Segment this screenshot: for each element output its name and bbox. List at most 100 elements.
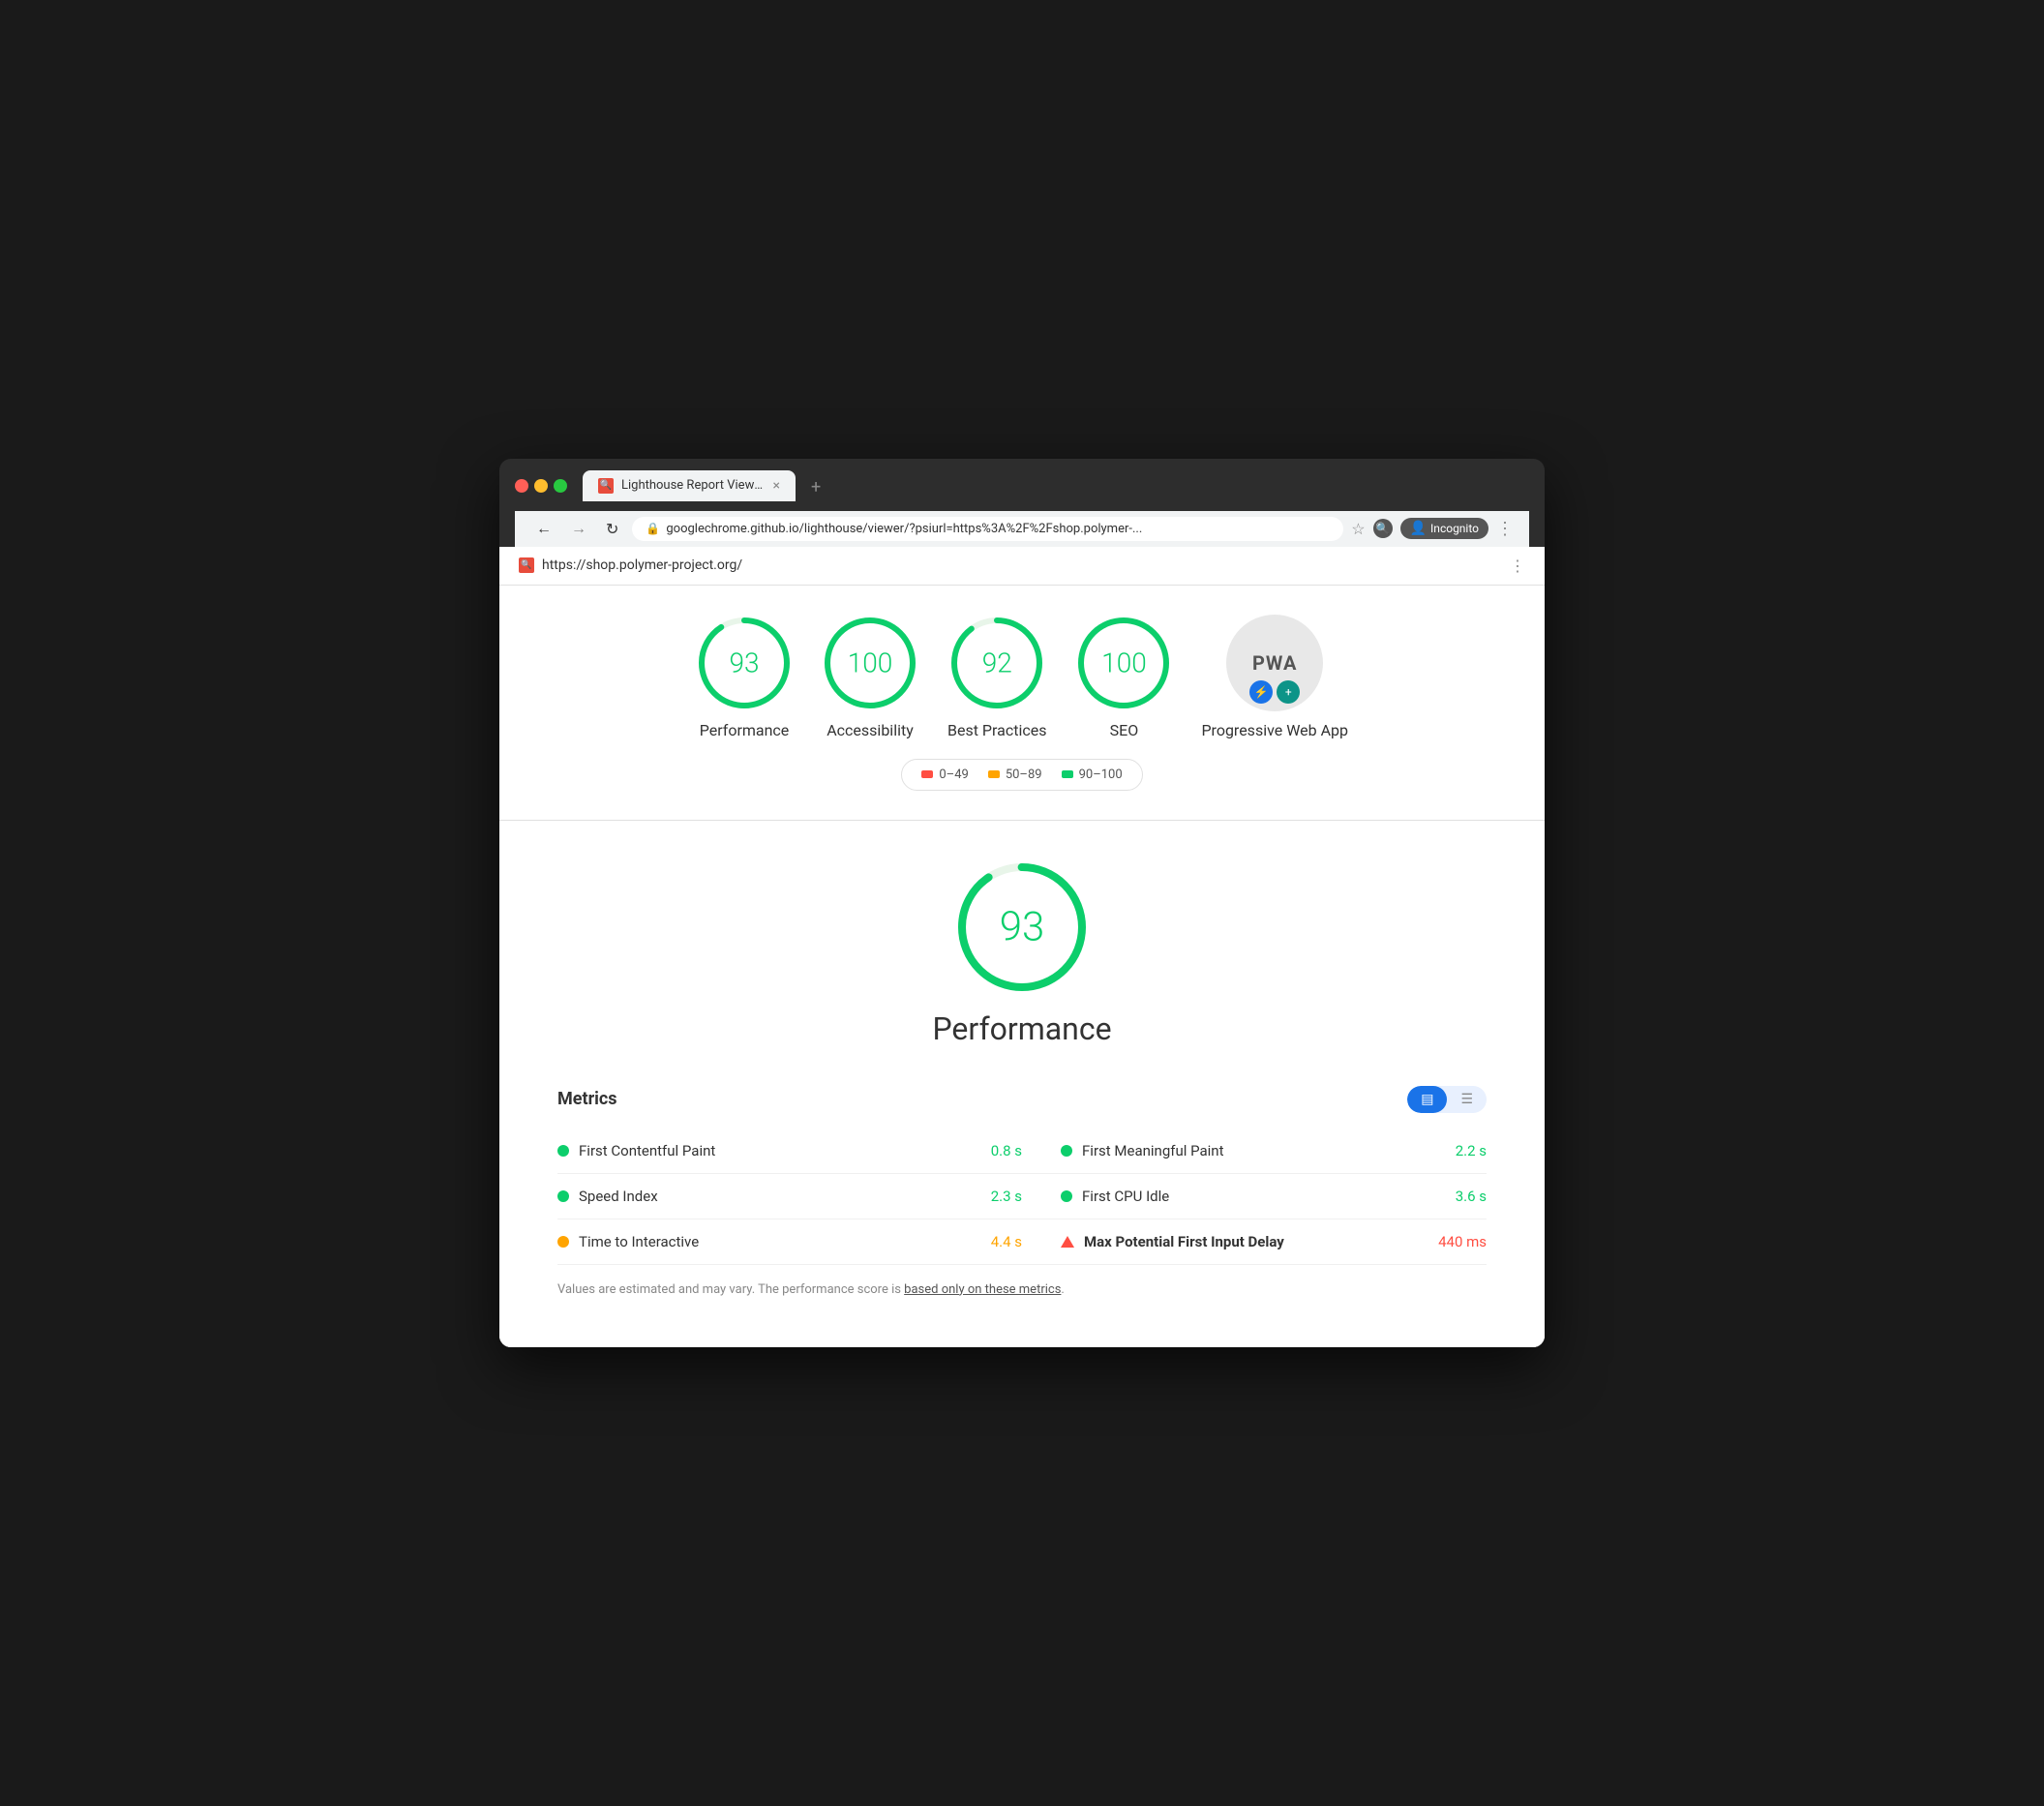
best-practices-label: Best Practices: [947, 721, 1046, 739]
tti-value: 4.4 s: [991, 1233, 1022, 1250]
fci-indicator: [1061, 1190, 1072, 1202]
toggle-list-button[interactable]: ☰: [1447, 1086, 1487, 1113]
score-item-performance: 93 Performance: [696, 615, 793, 739]
fmp-value: 2.2 s: [1456, 1142, 1487, 1159]
forward-button[interactable]: →: [565, 517, 592, 540]
minimize-button[interactable]: [534, 479, 548, 493]
address-text: googlechrome.github.io/lighthouse/viewer…: [666, 522, 1142, 536]
fid-value: 440 ms: [1438, 1233, 1487, 1250]
fcp-name: First Contentful Paint: [579, 1142, 981, 1159]
tab-favicon: 🔍: [598, 478, 614, 494]
main-content: 93 Performance 100 Access: [499, 586, 1545, 1348]
legend-label-average: 50–89: [1006, 768, 1042, 782]
extension-icon: 🔍: [1373, 519, 1393, 538]
incognito-badge: 👤 Incognito: [1400, 518, 1488, 539]
performance-label: Performance: [700, 721, 790, 739]
performance-section: 93 Performance Metrics ▤ ☰: [499, 821, 1545, 1348]
legend-item-pass: 90–100: [1062, 768, 1123, 782]
seo-label: SEO: [1110, 721, 1139, 739]
incognito-label: Incognito: [1430, 522, 1479, 535]
footer-link[interactable]: based only on these metrics: [904, 1282, 1061, 1297]
metric-fmp: First Meaningful Paint 2.2 s: [1022, 1129, 1487, 1174]
fcp-value: 0.8 s: [991, 1142, 1022, 1159]
url-bar-left: 🔍 https://shop.polymer-project.org/: [519, 557, 742, 573]
lock-icon: 🔒: [646, 522, 660, 535]
maximize-button[interactable]: [554, 479, 567, 493]
view-toggle: ▤ ☰: [1407, 1086, 1487, 1113]
legend-dot-orange: [988, 770, 1000, 778]
accessibility-score: 100: [848, 647, 893, 678]
address-bar: ← → ↻ 🔒 googlechrome.github.io/lighthous…: [515, 511, 1529, 547]
legend-dot-green: [1062, 770, 1073, 778]
legend-label-pass: 90–100: [1079, 768, 1123, 782]
pwa-circle: PWA ⚡ +: [1226, 615, 1323, 711]
address-input-wrapper[interactable]: 🔒 googlechrome.github.io/lighthouse/view…: [632, 517, 1343, 541]
accessibility-label: Accessibility: [827, 721, 914, 739]
fmp-name: First Meaningful Paint: [1082, 1142, 1446, 1159]
perf-detail-score: 93: [1000, 903, 1045, 950]
active-tab[interactable]: 🔍 Lighthouse Report Viewer ×: [583, 470, 796, 501]
pwa-text: PWA: [1252, 651, 1297, 675]
si-name: Speed Index: [579, 1188, 981, 1205]
tab-label: Lighthouse Report Viewer: [621, 478, 766, 493]
refresh-button[interactable]: ↻: [600, 518, 624, 540]
footer-text: Values are estimated and may vary. The p…: [557, 1282, 904, 1297]
tti-name: Time to Interactive: [579, 1233, 981, 1250]
page-menu-icon[interactable]: ⋮: [1510, 557, 1525, 575]
star-icon[interactable]: ☆: [1351, 520, 1365, 538]
list-icon: ☰: [1460, 1092, 1473, 1107]
best-practices-score: 92: [982, 647, 1012, 678]
si-value: 2.3 s: [991, 1188, 1022, 1205]
metrics-grid: First Contentful Paint 0.8 s First Meani…: [557, 1129, 1487, 1265]
seo-score: 100: [1101, 647, 1147, 678]
metric-fci: First CPU Idle 3.6 s: [1022, 1174, 1487, 1219]
metrics-section: Metrics ▤ ☰: [557, 1086, 1487, 1319]
tab-close-icon[interactable]: ×: [773, 478, 780, 494]
pwa-badge-lightning: ⚡: [1249, 680, 1273, 704]
si-indicator: [557, 1190, 569, 1202]
menu-button[interactable]: ⋮: [1496, 519, 1514, 539]
toggle-grid-button[interactable]: ▤: [1407, 1086, 1447, 1113]
score-circles: 93 Performance 100 Access: [696, 615, 1348, 739]
new-tab-button[interactable]: +: [803, 473, 828, 501]
fci-name: First CPU Idle: [1082, 1188, 1446, 1205]
pwa-badge-plus: +: [1277, 680, 1300, 704]
legend-dot-red: [921, 770, 933, 778]
url-bar: 🔍 https://shop.polymer-project.org/ ⋮: [499, 547, 1545, 586]
score-item-accessibility: 100 Accessibility: [822, 615, 918, 739]
metrics-footer: Values are estimated and may vary. The p…: [557, 1280, 1487, 1300]
browser-window: 🔍 Lighthouse Report Viewer × + ← → ↻ 🔒 g…: [499, 459, 1545, 1348]
metric-fcp: First Contentful Paint 0.8 s: [557, 1129, 1022, 1174]
browser-controls: 🔍 Lighthouse Report Viewer × +: [515, 470, 1529, 501]
perf-title: Performance: [932, 1010, 1111, 1047]
metrics-title: Metrics: [557, 1089, 617, 1109]
traffic-lights: [515, 479, 567, 493]
seo-circle: 100: [1075, 615, 1172, 711]
tti-indicator: [557, 1236, 569, 1248]
footer-end: .: [1061, 1282, 1064, 1297]
metrics-header: Metrics ▤ ☰: [557, 1086, 1487, 1113]
perf-header: 93 Performance: [557, 859, 1487, 1047]
tab-bar: 🔍 Lighthouse Report Viewer × +: [583, 470, 1529, 501]
fmp-indicator: [1061, 1145, 1072, 1157]
score-item-best-practices: 92 Best Practices: [947, 615, 1046, 739]
legend-item-average: 50–89: [988, 768, 1042, 782]
pwa-label: Progressive Web App: [1201, 721, 1348, 739]
metric-fid: Max Potential First Input Delay 440 ms: [1022, 1219, 1487, 1265]
legend-item-fail: 0–49: [921, 768, 968, 782]
close-button[interactable]: [515, 479, 528, 493]
performance-circle: 93: [696, 615, 793, 711]
accessibility-circle: 100: [822, 615, 918, 711]
grid-icon: ▤: [1421, 1092, 1433, 1107]
legend-label-fail: 0–49: [939, 768, 968, 782]
fci-value: 3.6 s: [1456, 1188, 1487, 1205]
fcp-indicator: [557, 1145, 569, 1157]
page-url: https://shop.polymer-project.org/: [542, 557, 742, 573]
back-button[interactable]: ←: [530, 517, 557, 540]
browser-content: 🔍 https://shop.polymer-project.org/ ⋮: [499, 547, 1545, 1348]
fid-name: Max Potential First Input Delay: [1084, 1233, 1428, 1250]
incognito-icon: 👤: [1410, 521, 1427, 536]
perf-detail-circle: 93: [954, 859, 1090, 995]
fid-indicator: [1061, 1236, 1074, 1248]
pwa-badges: ⚡ +: [1249, 680, 1300, 704]
